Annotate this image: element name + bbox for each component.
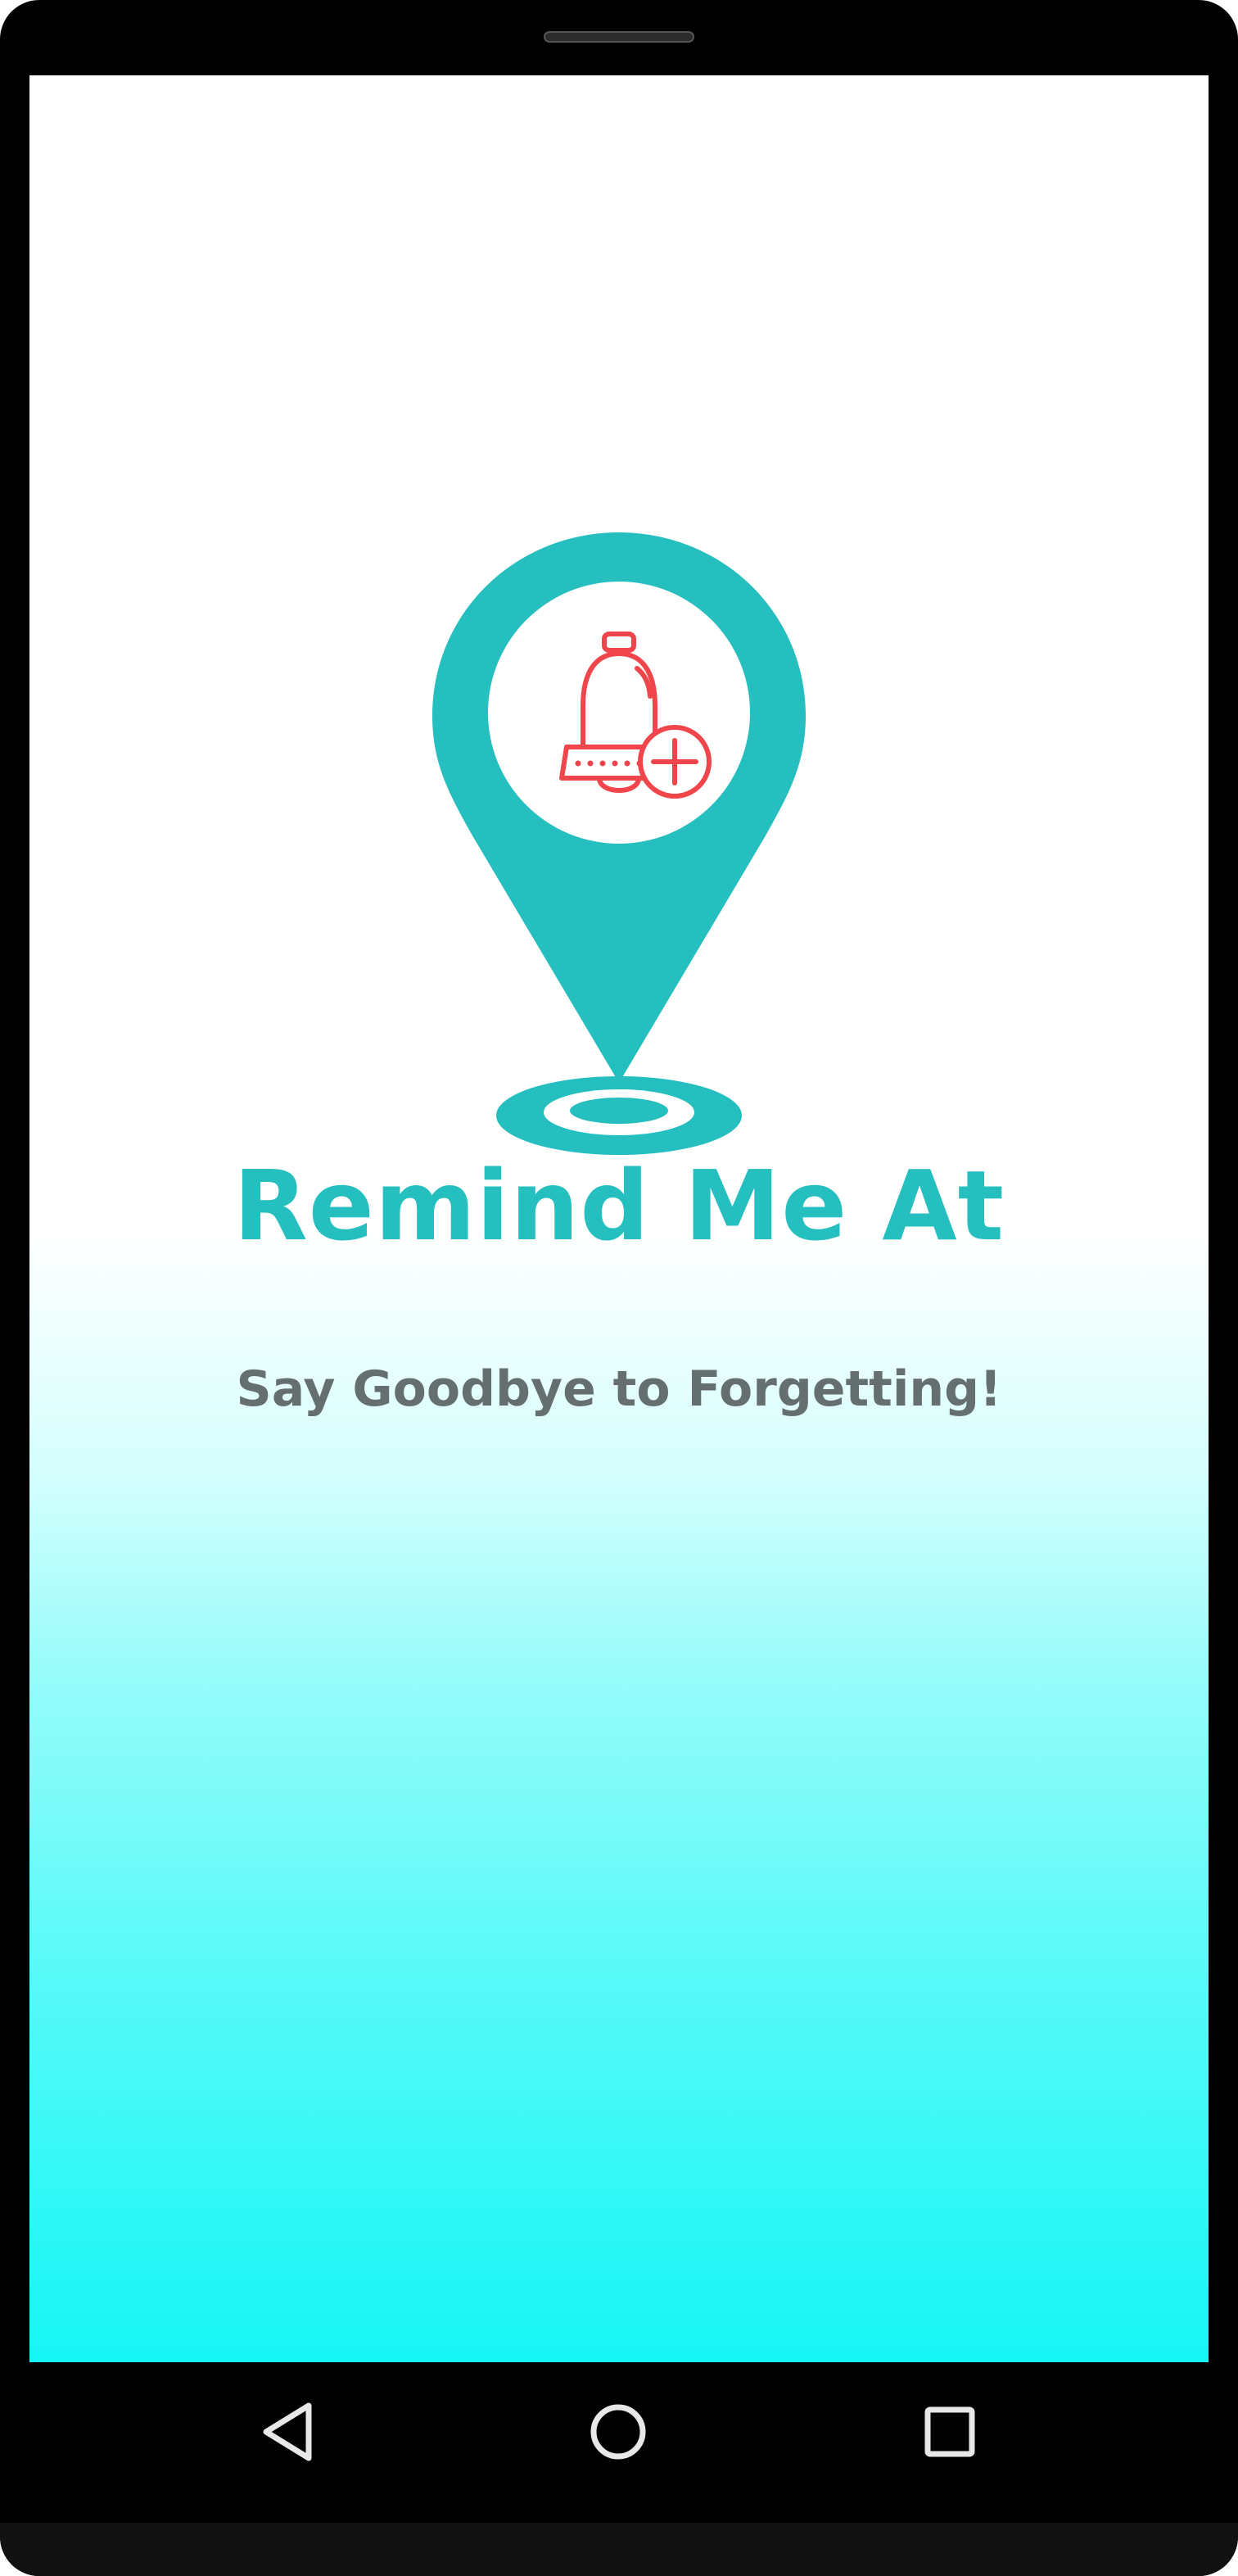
square-recents-icon [924,2406,975,2457]
nav-home-button[interactable] [573,2387,663,2477]
system-navigation-bar [29,2362,1209,2501]
speaker-grille [544,31,694,43]
location-pin-bell-icon [432,532,806,1155]
device-chin [0,2523,1238,2576]
app-title: Remind Me At [233,1149,1005,1262]
circle-home-icon [590,2404,646,2460]
triangle-back-icon [263,2402,312,2461]
nav-recents-button[interactable] [905,2387,995,2477]
splash-screen: Remind Me At Say Goodbye to Forgetting! [29,75,1209,2362]
app-tagline: Say Goodbye to Forgetting! [236,1360,1002,1418]
nav-back-button[interactable] [242,2387,332,2477]
phone-frame: Remind Me At Say Goodbye to Forgetting! [0,0,1238,2576]
